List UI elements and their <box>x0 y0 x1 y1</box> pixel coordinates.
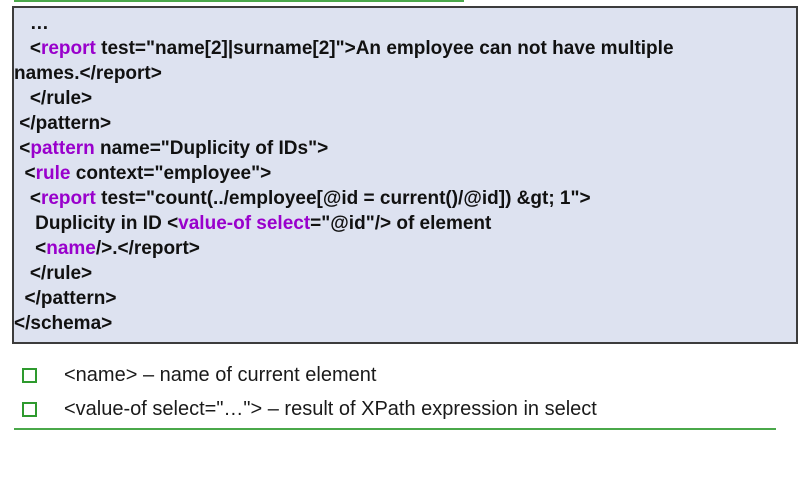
code-line: <name/>.</report> <box>14 237 200 261</box>
code-keyword: value-of select <box>178 213 311 234</box>
code-text: </rule> <box>14 88 93 109</box>
code-text: </schema> <box>14 313 113 334</box>
bottom-divider <box>14 428 776 430</box>
code-text: </rule> <box>14 263 93 284</box>
code-text: < <box>14 38 41 59</box>
code-text: < <box>14 163 36 184</box>
code-text: </pattern> <box>14 288 117 309</box>
code-line: Duplicity in ID <value-of select="@id"/>… <box>14 212 491 236</box>
bullet-item: <name> – name of current element <box>22 360 376 390</box>
code-line: <report test="count(../employee[@id = cu… <box>14 187 591 211</box>
bullet-text: <name> – name of current element <box>64 364 377 386</box>
code-line: </rule> <box>14 262 92 286</box>
code-text: Duplicity in ID < <box>14 213 179 234</box>
code-block: … <report test="name[2]|surname[2]">An e… <box>12 6 798 344</box>
code-text: test="name[2]|surname[2]">An employee ca… <box>95 38 674 59</box>
code-line: </pattern> <box>14 287 117 311</box>
code-line: <pattern name="Duplicity of IDs"> <box>14 137 328 161</box>
code-line: </schema> <box>14 312 112 336</box>
code-keyword: rule <box>35 163 71 184</box>
code-text: </pattern> <box>14 113 112 134</box>
code-line: </rule> <box>14 87 92 111</box>
code-text: name="Duplicity of IDs"> <box>94 138 329 159</box>
code-text: … <box>14 13 49 34</box>
code-line: <rule context="employee"> <box>14 162 272 186</box>
code-text: < <box>14 188 41 209</box>
code-keyword: name <box>46 238 96 259</box>
code-text: names.</report> <box>14 63 162 84</box>
code-line: <report test="name[2]|surname[2]">An emp… <box>14 37 674 61</box>
code-text: context="employee"> <box>70 163 272 184</box>
code-keyword: pattern <box>30 138 95 159</box>
code-line: names.</report> <box>14 62 162 86</box>
checkbox-bullet-icon <box>22 402 37 417</box>
code-text: ="@id"/> of element <box>310 213 492 234</box>
bullet-text: <value-of select="…"> – result of XPath … <box>64 398 597 420</box>
code-line: … <box>14 12 49 36</box>
code-text: < <box>14 138 31 159</box>
code-line: </pattern> <box>14 112 111 136</box>
top-divider <box>14 0 464 2</box>
code-keyword: report <box>40 188 96 209</box>
code-keyword: report <box>40 38 96 59</box>
bullet-item: <value-of select="…"> – result of XPath … <box>22 394 597 424</box>
code-text: />.</report> <box>95 238 200 259</box>
checkbox-bullet-icon <box>22 368 37 383</box>
code-text: < <box>14 238 47 259</box>
code-text: test="count(../employee[@id = current()/… <box>95 188 591 209</box>
